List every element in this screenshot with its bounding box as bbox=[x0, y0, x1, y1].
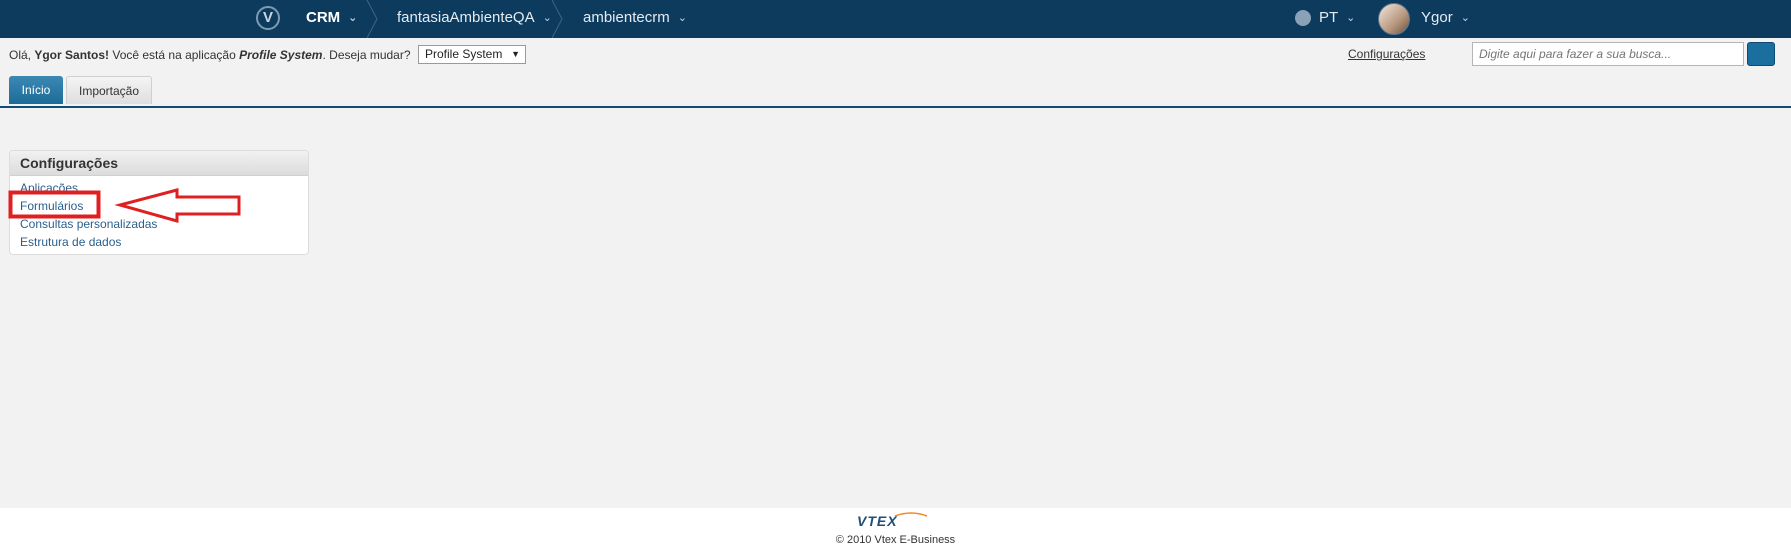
avatar[interactable] bbox=[1378, 3, 1410, 35]
breadcrumb-environment-label: ambientecrm bbox=[583, 9, 670, 26]
language-label: PT bbox=[1319, 9, 1339, 26]
breadcrumb-account-label: fantasiaAmbienteQA bbox=[397, 9, 535, 26]
chevron-down-icon: ⌄ bbox=[348, 12, 358, 24]
globe-icon[interactable] bbox=[1295, 10, 1311, 26]
settings-link[interactable]: Configurações bbox=[1348, 47, 1425, 61]
user-menu[interactable]: Ygor ⌄ bbox=[1421, 0, 1470, 38]
sub-header: Olá, Ygor Santos! Você está na aplicação… bbox=[0, 38, 1791, 70]
arrow-left-icon bbox=[114, 188, 241, 223]
copyright-text: © 2010 Vtex E-Business bbox=[835, 534, 956, 546]
breadcrumb-environment[interactable]: ambientecrm ⌄ bbox=[583, 0, 687, 38]
app-select-value: Profile System bbox=[425, 47, 503, 61]
language-selector[interactable]: PT ⌄ bbox=[1319, 0, 1355, 38]
vtex-logo: VTEX bbox=[857, 512, 928, 529]
footer: VTEX © 2010 Vtex E-Business bbox=[0, 508, 1791, 553]
user-name: Ygor bbox=[1421, 9, 1453, 26]
highlight-box bbox=[8, 190, 101, 219]
breadcrumb-crm[interactable]: CRM ⌄ bbox=[306, 0, 357, 38]
app-select[interactable]: Profile System ▼ bbox=[418, 45, 526, 64]
tab-bar: Início Importação bbox=[0, 76, 1791, 108]
search-input[interactable] bbox=[1472, 42, 1744, 66]
chevron-down-icon: ⌄ bbox=[677, 12, 687, 24]
svg-text:VTEX: VTEX bbox=[857, 513, 898, 529]
chevron-down-icon: ⌄ bbox=[1460, 12, 1470, 24]
greeting-suffix: . Deseja mudar? bbox=[322, 48, 411, 62]
annotation-overlay bbox=[8, 188, 241, 223]
breadcrumb-separator bbox=[551, 0, 563, 38]
search-button[interactable] bbox=[1747, 42, 1775, 66]
top-navbar: V CRM ⌄ fantasiaAmbienteQA ⌄ ambientecrm ⌄ … bbox=[0, 0, 1791, 38]
breadcrumb-crm-label: CRM bbox=[306, 9, 341, 26]
breadcrumb-separator bbox=[366, 0, 378, 38]
dropdown-arrow-icon: ▼ bbox=[511, 49, 520, 59]
breadcrumb-account[interactable]: fantasiaAmbienteQA ⌄ bbox=[397, 0, 552, 38]
chevron-down-icon: ⌄ bbox=[1346, 12, 1356, 24]
